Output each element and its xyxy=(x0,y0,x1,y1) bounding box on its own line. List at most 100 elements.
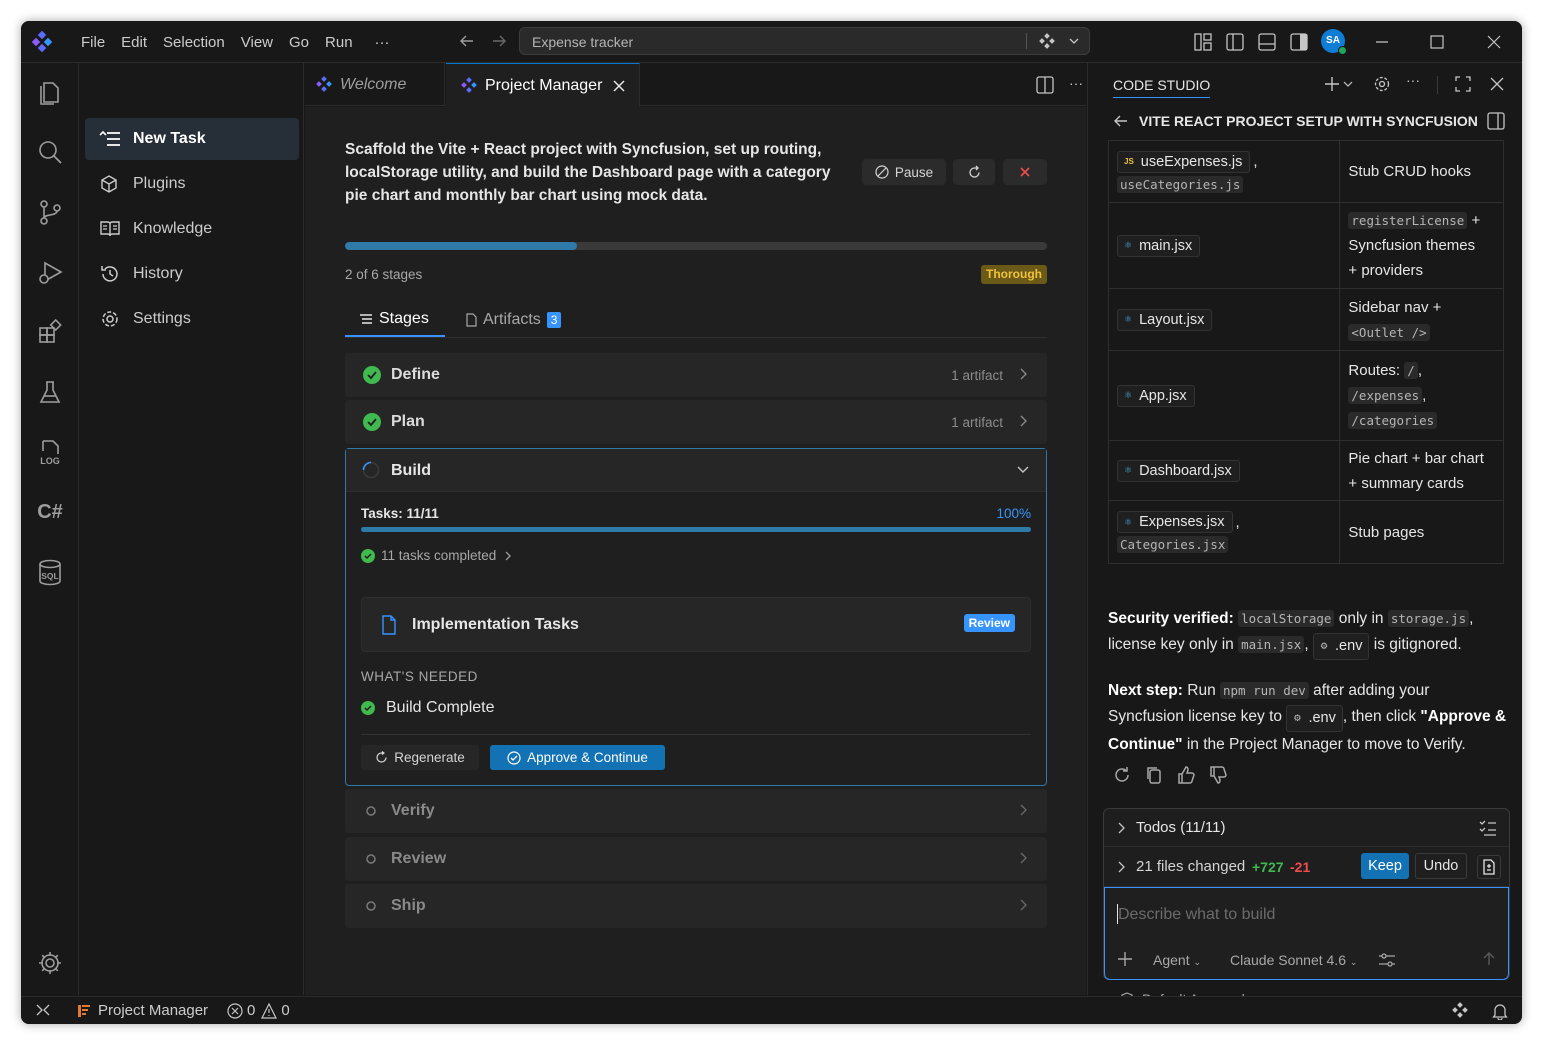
log-icon[interactable]: LOG xyxy=(35,437,65,467)
prompt-input[interactable]: Describe what to build Agent ⌄ Claude So… xyxy=(1104,887,1509,980)
sidebar-item-new-task[interactable]: New Task xyxy=(85,118,299,160)
stage-verify[interactable]: Verify xyxy=(345,789,1047,833)
copy-icon[interactable] xyxy=(1144,765,1164,785)
add-context-icon[interactable] xyxy=(1117,951,1133,967)
file-chip[interactable]: ⚛ Expenses.jsx xyxy=(1117,511,1233,533)
stage-ship[interactable]: Ship xyxy=(345,884,1047,928)
cancel-task-button[interactable] xyxy=(1003,159,1047,185)
model-dropdown[interactable]: Claude Sonnet 4.6 ⌄ xyxy=(1230,952,1357,968)
maximize-icon[interactable] xyxy=(1428,33,1446,51)
file-code[interactable]: Categories.jsx xyxy=(1117,536,1229,553)
customize-layout-icon[interactable] xyxy=(1193,32,1213,52)
sidebar-item-plugins[interactable]: Plugins xyxy=(85,163,299,205)
session-layout-icon[interactable] xyxy=(1487,112,1505,130)
menu-selection[interactable]: Selection xyxy=(155,34,233,51)
spinner-icon xyxy=(362,461,380,479)
maximize-panel-icon[interactable] xyxy=(1454,75,1472,93)
files-changed-label: 21 files changed xyxy=(1136,858,1246,875)
split-editor-icon[interactable] xyxy=(1036,76,1054,94)
agent-mode-dropdown[interactable]: Agent ⌄ xyxy=(1153,952,1201,968)
file-code[interactable]: useCategories.js xyxy=(1117,175,1244,193)
file-chip[interactable]: ⚛ Dashboard.jsx xyxy=(1117,459,1240,482)
stage-name: Ship xyxy=(391,897,426,914)
tab-stages[interactable]: Stages xyxy=(345,303,445,337)
testing-flask-icon[interactable] xyxy=(35,377,65,407)
undo-button[interactable]: Undo xyxy=(1415,853,1467,879)
error-count: 0 xyxy=(247,1002,256,1019)
todos-row[interactable]: Todos (11/11) xyxy=(1104,809,1509,847)
menu-go[interactable]: Go xyxy=(281,34,317,51)
keep-button[interactable]: Keep xyxy=(1361,853,1409,879)
notifications-bell-icon[interactable] xyxy=(1492,1002,1508,1020)
toggle-sidebar-icon[interactable] xyxy=(1225,32,1245,52)
stage-plan[interactable]: Plan 1 artifact xyxy=(345,400,1047,444)
regenerate-button[interactable]: Regenerate xyxy=(361,745,479,770)
sidebar-item-settings[interactable]: Settings xyxy=(85,298,299,340)
more-actions-icon[interactable]: ··· xyxy=(1069,75,1083,91)
retry-icon[interactable] xyxy=(1112,765,1132,785)
send-arrow-icon[interactable] xyxy=(1481,951,1497,967)
tools-sliders-icon[interactable] xyxy=(1378,952,1396,968)
chevron-down-icon[interactable] xyxy=(1068,35,1080,47)
sidebar-item-knowledge[interactable]: Knowledge xyxy=(85,208,299,250)
copilot-status-icon[interactable] xyxy=(1451,1002,1469,1020)
stage-define[interactable]: Define 1 artifact xyxy=(345,353,1047,397)
file-chip[interactable]: ⚙ .env xyxy=(1312,632,1370,660)
csharp-icon[interactable]: C# xyxy=(35,501,65,524)
menu-view[interactable]: View xyxy=(233,34,281,51)
sql-database-icon[interactable]: SQL xyxy=(35,557,65,587)
thumbs-up-icon[interactable] xyxy=(1176,765,1196,785)
status-project-manager[interactable]: Project Manager xyxy=(76,1002,208,1019)
problems-indicator[interactable]: 0 0 xyxy=(227,1002,290,1019)
close-tab-icon[interactable] xyxy=(612,79,626,93)
more-actions-icon[interactable]: ··· xyxy=(1406,72,1420,88)
gear-icon[interactable] xyxy=(1373,75,1391,93)
restart-button[interactable] xyxy=(953,159,995,185)
approve-continue-button[interactable]: Approve & Continue xyxy=(490,745,665,770)
extensions-icon[interactable] xyxy=(35,317,65,347)
minimize-icon[interactable] xyxy=(1373,33,1391,51)
plus-icon[interactable] xyxy=(1323,75,1341,93)
file-chip[interactable]: JS useExpenses.js xyxy=(1117,150,1251,173)
source-control-icon[interactable] xyxy=(35,197,65,227)
thumbs-down-icon[interactable] xyxy=(1208,765,1228,785)
tab-welcome[interactable]: Welcome xyxy=(305,63,445,106)
run-debug-icon[interactable] xyxy=(35,257,65,287)
tab-project-manager[interactable]: Project Manager xyxy=(446,63,640,107)
react-file-icon: ⚛ xyxy=(1124,390,1133,400)
manage-gear-icon[interactable] xyxy=(35,948,65,978)
implementation-tasks-card[interactable]: Implementation Tasks Review xyxy=(361,597,1031,652)
tasks-completed-toggle[interactable]: 11 tasks completed xyxy=(361,548,512,563)
pending-circle-icon xyxy=(363,851,379,867)
search-icon[interactable] xyxy=(35,137,65,167)
panel-title[interactable]: CODE STUDIO xyxy=(1113,77,1211,98)
back-arrow-icon[interactable] xyxy=(1113,113,1129,129)
remote-icon[interactable] xyxy=(35,1002,51,1018)
stage-build-header[interactable]: Build xyxy=(346,449,1046,492)
menu-run[interactable]: Run xyxy=(317,34,361,51)
chevron-right-icon[interactable] xyxy=(1117,860,1127,874)
menu-edit[interactable]: Edit xyxy=(113,34,155,51)
view-diff-icon[interactable] xyxy=(1477,855,1501,879)
menu-file[interactable]: File xyxy=(73,34,113,51)
tab-artifacts[interactable]: Artifacts 3 xyxy=(465,303,562,337)
pause-button[interactable]: Pause xyxy=(862,159,946,185)
file-chip[interactable]: ⚛ Layout.jsx xyxy=(1117,308,1213,331)
file-chip[interactable]: ⚙ .env xyxy=(1286,704,1343,732)
file-chip[interactable]: ⚛ App.jsx xyxy=(1117,384,1195,407)
explorer-icon[interactable] xyxy=(35,77,65,107)
copilot-icon[interactable] xyxy=(1038,33,1056,51)
forward-arrow-icon[interactable] xyxy=(490,32,508,50)
chevron-down-icon[interactable] xyxy=(1343,79,1353,89)
checklist-icon[interactable] xyxy=(1479,819,1497,837)
close-panel-icon[interactable] xyxy=(1488,75,1506,93)
menu-more[interactable]: ··· xyxy=(367,34,398,51)
toggle-panel-icon[interactable] xyxy=(1257,32,1277,52)
toggle-secondary-sidebar-icon[interactable] xyxy=(1289,32,1309,52)
close-window-icon[interactable] xyxy=(1485,33,1503,51)
stage-review[interactable]: Review xyxy=(345,837,1047,881)
sidebar-item-history[interactable]: History xyxy=(85,253,299,295)
file-chip[interactable]: ⚛ main.jsx xyxy=(1117,234,1201,257)
command-center-search[interactable]: Expense tracker xyxy=(519,27,1090,55)
back-arrow-icon[interactable] xyxy=(458,32,476,50)
